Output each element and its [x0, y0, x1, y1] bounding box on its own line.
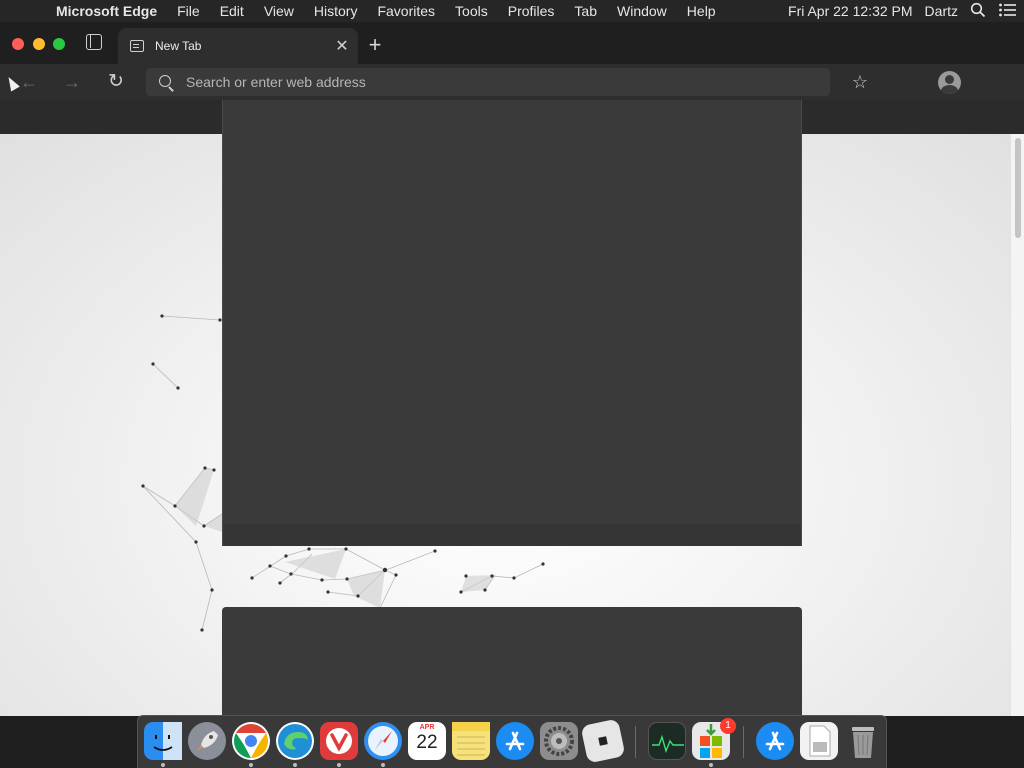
tab-new-tab[interactable]: New Tab ✕ — [118, 28, 358, 64]
forward-arrow-icon[interactable]: → — [60, 70, 84, 94]
profile-avatar-icon[interactable] — [938, 71, 961, 94]
window-close-button[interactable] — [12, 38, 24, 50]
menu-bar-user[interactable]: Dartz — [919, 3, 964, 19]
control-center-list-icon[interactable] — [992, 2, 1024, 21]
safari-running-dot — [381, 763, 385, 767]
menu-app-name[interactable]: Microsoft Edge — [56, 3, 167, 19]
roblox-icon[interactable] — [580, 718, 626, 764]
edge-running-dot — [293, 763, 297, 767]
back-arrow-icon[interactable]: ← — [17, 70, 41, 94]
safari-icon[interactable] — [364, 722, 402, 760]
loading-panel-bottom — [222, 607, 802, 716]
finder-icon[interactable] — [144, 722, 182, 760]
favorites-star-icon[interactable]: ☆ — [848, 70, 872, 94]
system-preferences-icon[interactable] — [540, 722, 578, 760]
menu-favorites[interactable]: Favorites — [367, 3, 445, 19]
launchpad-icon[interactable] — [188, 722, 226, 760]
edge-icon[interactable] — [276, 722, 314, 760]
activity-monitor-icon[interactable] — [648, 722, 686, 760]
calendar-day: 22 — [416, 732, 438, 753]
new-tab-button[interactable]: + — [364, 30, 386, 60]
microsoft-installer-icon[interactable]: 1 — [692, 718, 736, 760]
vivaldi-icon[interactable] — [320, 722, 358, 760]
vivaldi-running-dot — [337, 763, 341, 767]
finder-running-dot — [161, 763, 165, 767]
menu-tools[interactable]: Tools — [445, 3, 498, 19]
desktop-screen: Microsoft Edge File Edit View History Fa… — [0, 0, 1024, 768]
tab-actions-icon[interactable] — [86, 34, 102, 50]
chrome-running-dot — [249, 763, 253, 767]
menu-bar-status-area: Fri Apr 22 12:32 PM Dartz — [782, 0, 1024, 22]
menu-view[interactable]: View — [254, 3, 304, 19]
browser-toolbar: ← → ↻ ☆ — [0, 64, 1024, 100]
trash-icon[interactable] — [844, 722, 882, 760]
menu-file[interactable]: File — [167, 3, 210, 19]
calendar-icon[interactable]: APR 22 — [408, 722, 446, 760]
chrome-icon[interactable] — [232, 722, 270, 760]
macos-menu-bar: Microsoft Edge File Edit View History Fa… — [0, 0, 1024, 22]
new-tab-page-icon — [130, 40, 144, 52]
tab-title: New Tab — [155, 39, 202, 53]
menu-tab[interactable]: Tab — [564, 3, 607, 19]
installer-running-dot — [709, 763, 713, 767]
loading-panel-top — [222, 100, 802, 546]
dock-separator — [743, 726, 744, 758]
documents-folder-icon[interactable] — [800, 722, 838, 760]
address-bar[interactable] — [146, 68, 830, 96]
dock-separator — [635, 726, 636, 758]
window-maximize-button[interactable] — [53, 38, 65, 50]
menu-help[interactable]: Help — [677, 3, 726, 19]
calendar-month: APR — [419, 724, 435, 731]
tab-close-icon[interactable]: ✕ — [330, 36, 354, 56]
spotlight-search-icon[interactable] — [964, 2, 992, 21]
app-store-icon[interactable] — [496, 722, 534, 760]
notes-icon[interactable] — [452, 722, 490, 760]
menu-edit[interactable]: Edit — [210, 3, 254, 19]
window-minimize-button[interactable] — [33, 38, 45, 50]
page-scrollbar[interactable] — [1010, 134, 1024, 716]
browser-tab-strip: New Tab ✕ + — [0, 22, 1024, 64]
menu-history[interactable]: History — [304, 3, 368, 19]
menu-bar-clock[interactable]: Fri Apr 22 12:32 PM — [782, 3, 919, 19]
refresh-icon[interactable]: ↻ — [104, 70, 128, 94]
macos-dock: APR 22 1 — [137, 715, 887, 768]
app-store-downloads-icon[interactable] — [756, 722, 794, 760]
notification-badge: 1 — [720, 718, 736, 734]
menu-profiles[interactable]: Profiles — [498, 3, 565, 19]
scrollbar-thumb[interactable] — [1015, 138, 1021, 238]
panel-footer-strip — [223, 524, 801, 546]
menu-window[interactable]: Window — [607, 3, 677, 19]
address-input[interactable] — [186, 74, 786, 90]
search-icon — [146, 68, 186, 96]
